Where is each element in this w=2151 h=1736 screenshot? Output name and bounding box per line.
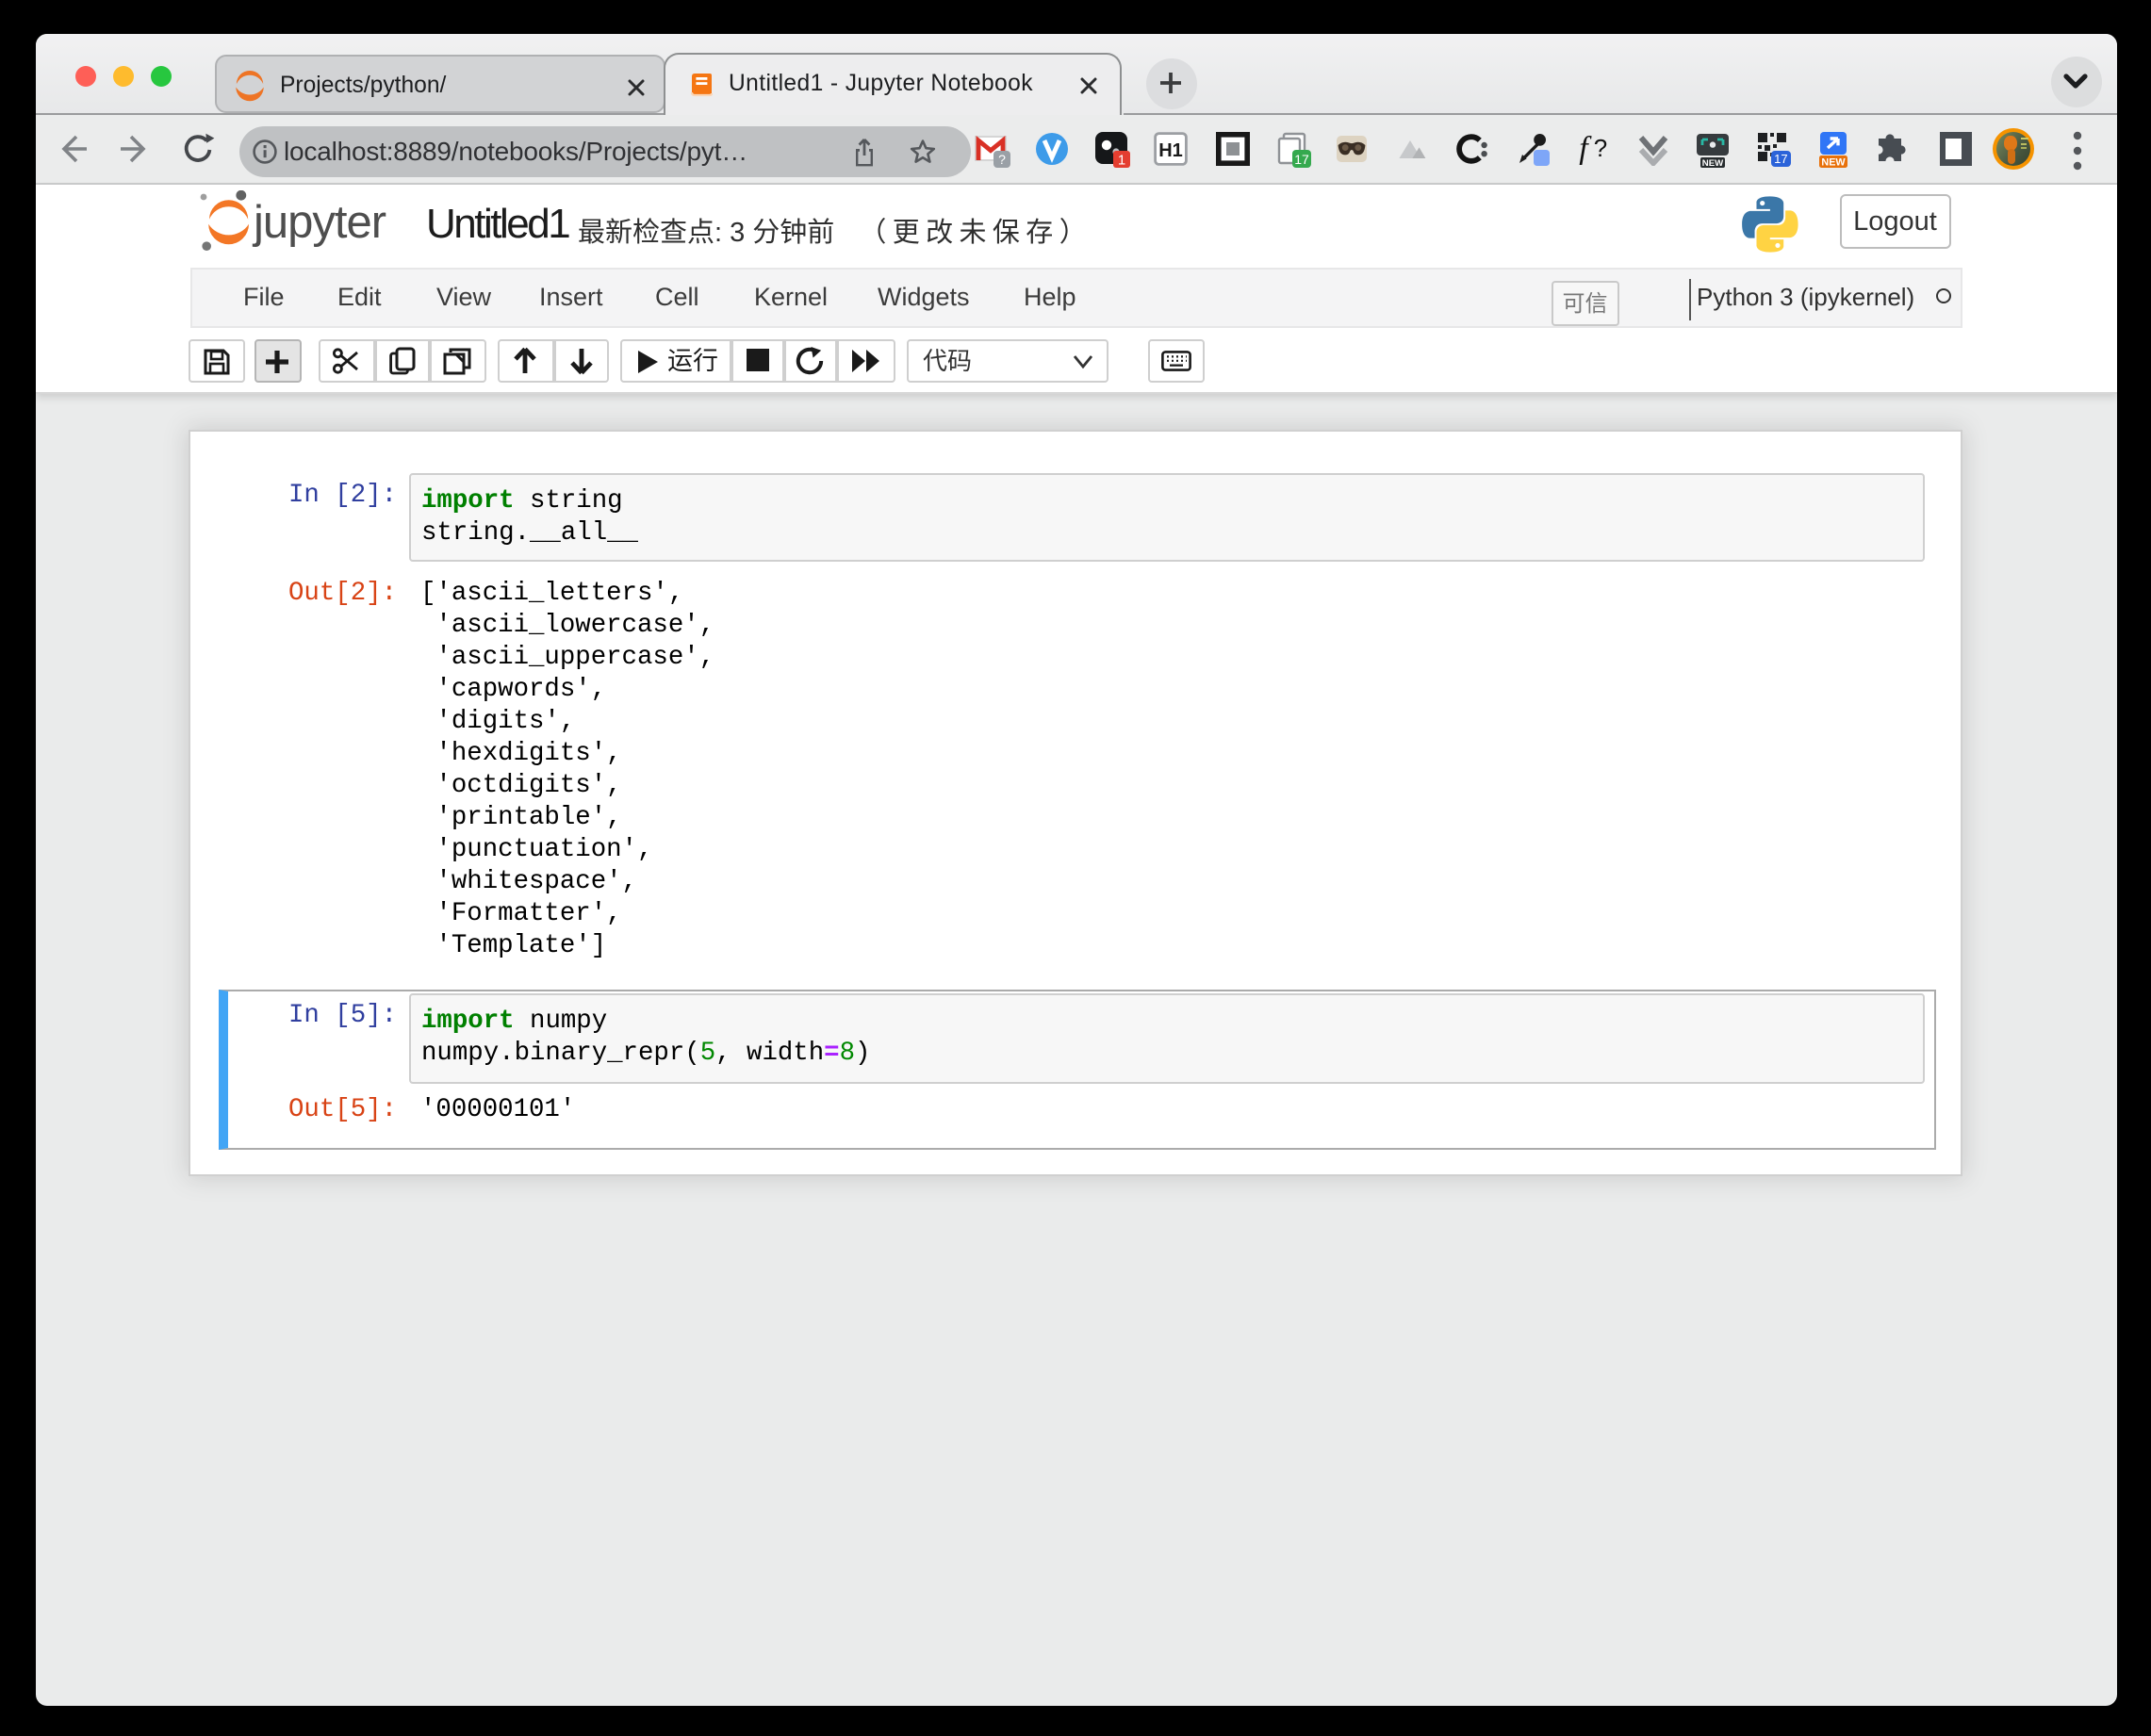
svg-text:1: 1 <box>1118 153 1125 168</box>
svg-text:NEW: NEW <box>1820 157 1845 168</box>
svg-text:H1: H1 <box>1158 139 1183 160</box>
svg-text:f: f <box>1579 131 1592 166</box>
svg-text:17: 17 <box>1293 152 1308 167</box>
svg-text:17: 17 <box>1774 152 1787 166</box>
svg-text:NEW: NEW <box>1701 158 1723 168</box>
svg-text:?: ? <box>1594 134 1607 162</box>
svg-text:?: ? <box>997 152 1005 167</box>
